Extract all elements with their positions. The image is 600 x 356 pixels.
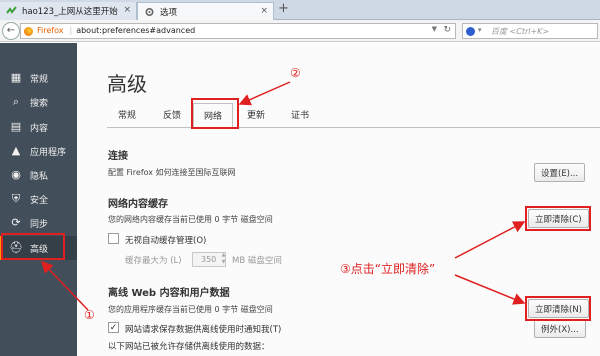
connection-settings-button[interactable]: 设置(E)... — [534, 163, 586, 182]
new-tab-button[interactable]: + — [278, 1, 289, 16]
hao123-icon — [6, 6, 17, 14]
back-arrow-icon: ← — [6, 25, 16, 36]
sidebar-item-security[interactable]: ⛨ 安全 — [0, 187, 77, 211]
subtab-general[interactable]: 常规 — [118, 108, 136, 121]
sidebar-item-sync[interactable]: ⟳ 同步 — [0, 211, 77, 235]
privacy-mask-icon: ◉ — [11, 168, 21, 181]
cache-limit-label: 缓存最大为 (L) — [125, 256, 182, 266]
spinner-arrows-icon[interactable]: ▲ ▼ — [220, 252, 227, 267]
general-icon: ▦ — [10, 71, 22, 84]
tab-label: 选项 — [160, 8, 178, 18]
annotation-step2: ② — [290, 66, 301, 80]
sidebar-item-label: 搜索 — [30, 99, 49, 109]
back-button[interactable]: ← — [2, 22, 20, 40]
highlight-box-advanced — [1, 233, 65, 260]
highlight-box-clear-offline — [525, 296, 591, 321]
sidebar-item-label: 同步 — [30, 220, 49, 230]
sidebar-item-label: 应用程序 — [30, 148, 67, 158]
tab-label: hao123_上网从这里开始 — [22, 7, 118, 17]
highlight-box-clear-cache — [525, 206, 591, 231]
tab-options[interactable]: 选项 × — [137, 2, 274, 20]
sidebar-item-label: 常规 — [30, 75, 49, 85]
chevron-down-icon[interactable]: ▾ — [478, 26, 482, 34]
override-cache-label: 无视自动缓存管理(O) — [125, 236, 207, 246]
override-cache-checkbox[interactable] — [108, 233, 119, 244]
cache-desc: 您的网络内容缓存当前已使用 0 字节 磁盘空间 — [108, 215, 273, 224]
sync-icon: ⟳ — [11, 216, 21, 229]
close-icon[interactable]: × — [123, 5, 131, 15]
sidebar-item-content[interactable]: ▤ 内容 — [0, 115, 77, 139]
page-title: 高级 — [107, 72, 147, 96]
sidebar-item-label: 内容 — [30, 124, 49, 134]
url-separator: | — [69, 26, 73, 35]
gear-icon — [145, 7, 154, 17]
offline-desc: 您的应用程序缓存当前已使用 0 字节 磁盘空间 — [108, 305, 273, 314]
url-text: about:preferences#advanced — [76, 26, 196, 35]
preferences-sidebar: ▦ 常规 ⌕ 搜索 ▤ 内容 ▲ 应用程序 ◉ 隐私 ⛨ 安全 ⟳ 同步 ⛑ 高… — [0, 43, 77, 356]
close-icon[interactable]: × — [260, 6, 268, 16]
sidebar-item-label: 安全 — [30, 196, 49, 206]
sidebar-item-privacy[interactable]: ◉ 隐私 — [0, 163, 77, 187]
connection-title: 连接 — [108, 151, 128, 162]
highlight-box-network — [191, 98, 239, 129]
annotation-step1: ① — [84, 308, 95, 322]
content-icon: ▤ — [10, 120, 22, 133]
reload-icon[interactable]: ↻ — [443, 25, 451, 35]
subtab-feedback[interactable]: 反馈 — [163, 108, 181, 121]
cache-title: 网络内容缓存 — [108, 199, 168, 210]
connection-desc: 配置 Firefox 如何连接至国际互联网 — [108, 168, 236, 177]
applications-icon: ▲ — [11, 144, 21, 157]
offline-title: 离线 Web 内容和用户数据 — [108, 288, 230, 299]
preferences-content: 高级 常规 反馈 网络 更新 证书 连接 配置 Firefox 如何连接至国际互… — [77, 43, 600, 356]
annotation-step3: ③点击“立即清除” — [340, 262, 436, 276]
sidebar-item-label: 隐私 — [30, 172, 49, 182]
notify-offline-label: 网站请求保存数据供离线使用时通知我(T) — [125, 325, 282, 335]
sidebar-item-applications[interactable]: ▲ 应用程序 — [0, 139, 77, 163]
sidebar-item-search[interactable]: ⌕ 搜索 — [0, 90, 77, 114]
cache-limit-unit: MB 磁盘空间 — [232, 256, 282, 266]
security-shield-icon: ⛨ — [11, 192, 21, 205]
chevron-down-icon[interactable]: ▼ — [432, 25, 437, 33]
subtab-bar: 常规 反馈 网络 更新 证书 — [107, 103, 600, 129]
url-bar[interactable]: Firefox | about:preferences#advanced ▼ ↻ — [20, 23, 456, 39]
notify-offline-checkbox[interactable]: ✓ — [108, 322, 119, 333]
exceptions-button[interactable]: 例外(X)... — [534, 319, 586, 338]
tab-hao123[interactable]: hao123_上网从这里开始 × — [0, 2, 137, 20]
sidebar-item-general[interactable]: ▦ 常规 — [0, 66, 77, 90]
subtab-certificates[interactable]: 证书 — [291, 108, 309, 121]
subtab-update[interactable]: 更新 — [247, 108, 265, 121]
firefox-logo-icon — [24, 27, 33, 36]
search-icon: ⌕ — [12, 95, 20, 108]
search-bar[interactable]: ▾ 百度 <Ctrl+K> — [462, 23, 598, 39]
tab-strip: hao123_上网从这里开始 × 选项 × + — [0, 0, 600, 20]
search-placeholder: 百度 <Ctrl+K> — [491, 27, 550, 36]
identity-label: Firefox — [37, 26, 64, 35]
baidu-icon — [466, 27, 475, 36]
offline-sites-label: 以下网站已被允许存储供离线使用的数据： — [108, 342, 270, 352]
navigation-bar: ← Firefox | about:preferences#advanced ▼ ↻… — [0, 20, 600, 42]
